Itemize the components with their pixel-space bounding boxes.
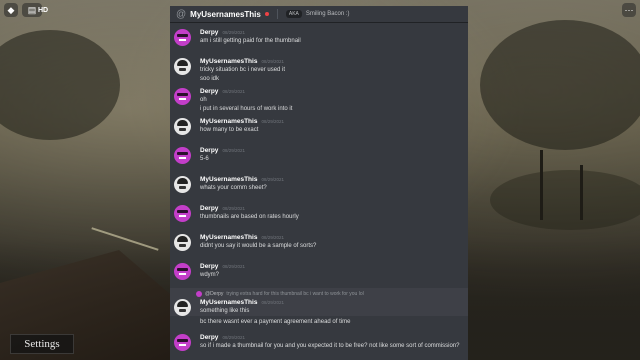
message-text: how many to be exact: [200, 127, 259, 133]
roblox-menu-button[interactable]: ◆: [4, 3, 18, 17]
message-text: bc there wasnt ever a payment agreement …: [200, 319, 351, 325]
header-divider: [276, 9, 278, 19]
message: MyUsernamesThis 08/29/2021 whats your com…: [170, 172, 468, 201]
avatar[interactable]: [174, 299, 191, 316]
message-text: didnt you say it would be a sample of so…: [200, 243, 317, 249]
settings-label: Settings: [24, 338, 60, 350]
aka-badge: AKA: [285, 10, 302, 18]
chat-badge: HD: [37, 6, 49, 14]
reply-reference[interactable]: @Derpy trying extra hard for this thumbn…: [174, 290, 464, 298]
avatar[interactable]: [174, 334, 191, 351]
scene-tree: [480, 20, 640, 150]
message-timestamp: 08/29/2021: [261, 59, 284, 64]
message-text: tricky situation bc i never used it: [200, 67, 286, 73]
reply-target: @Derpy: [205, 291, 224, 297]
reply-snippet: trying extra hard for this thumbnail bc …: [226, 291, 364, 297]
message-timestamp: 08/29/2021: [261, 235, 284, 240]
avatar[interactable]: [174, 58, 191, 75]
message-author[interactable]: MyUsernamesThis: [200, 57, 257, 66]
message-text: oh: [200, 97, 207, 103]
message: Derpy 08/29/2021 oh i put in several hour…: [170, 84, 468, 114]
status-indicator: [264, 12, 269, 16]
message-author[interactable]: Derpy: [200, 87, 218, 96]
message-text: i put in several hours of work into it: [200, 106, 293, 112]
message: Derpy 08/29/2021 5-6: [170, 143, 468, 172]
avatar[interactable]: [174, 234, 191, 251]
message-author[interactable]: MyUsernamesThis: [200, 117, 257, 126]
chat-icon: ▤: [27, 4, 37, 15]
message-author[interactable]: MyUsernamesThis: [200, 298, 257, 307]
dm-header: @ MyUsernamesThis AKA Smiling Bacon :): [170, 6, 468, 23]
message-timestamp: 08/29/2021: [261, 177, 284, 182]
at-icon: @: [176, 8, 187, 20]
message-timestamp: 08/29/2021: [261, 119, 284, 124]
avatar[interactable]: [174, 263, 191, 280]
message: Derpy 08/29/2021 am i still getting paid …: [170, 25, 468, 54]
message-timestamp: 08/29/2021: [222, 335, 245, 340]
message-list[interactable]: Derpy 08/29/2021 am i still getting paid …: [170, 23, 468, 359]
message-timestamp: 08/29/2021: [222, 89, 245, 94]
message-text: soo idk: [200, 76, 220, 82]
message-author[interactable]: Derpy: [200, 333, 218, 342]
message-text: wdym?: [200, 272, 220, 278]
message: MyUsernamesThis 08/29/2021 how many to be…: [170, 114, 468, 143]
message-text: thumbnails are based on rates hourly: [200, 214, 299, 220]
message-author[interactable]: Derpy: [200, 28, 218, 37]
reply-message: @Derpy trying extra hard for this thumbn…: [170, 288, 468, 316]
ellipsis-icon: ⋯: [624, 4, 634, 15]
message-continuation: bc there wasnt ever a payment agreement …: [170, 316, 468, 330]
scene-tree: [490, 170, 640, 230]
roblox-logo-icon: ◆: [7, 4, 15, 15]
message-author[interactable]: MyUsernamesThis: [200, 233, 257, 242]
message: Derpy 08/29/2021 so if i made a thumbnail…: [170, 330, 468, 359]
avatar[interactable]: [174, 205, 191, 222]
message: Derpy 08/29/2021 wdym?: [170, 259, 468, 288]
message-timestamp: 08/29/2021: [222, 30, 245, 35]
lamp-post: [540, 150, 543, 220]
message-text: am i still getting paid for the thumbnai…: [200, 38, 301, 44]
avatar[interactable]: [174, 147, 191, 164]
lamp-post: [580, 165, 583, 220]
discord-dm-panel: @ MyUsernamesThis AKA Smiling Bacon :) D…: [170, 6, 468, 360]
message-author[interactable]: MyUsernamesThis: [200, 175, 257, 184]
dm-username[interactable]: MyUsernamesThis: [190, 10, 261, 19]
message-text: something like this: [200, 308, 250, 314]
scene-tree: [0, 30, 120, 140]
settings-button[interactable]: Settings: [10, 334, 74, 354]
message-text: so if i made a thumbnail for you and you…: [200, 343, 460, 349]
avatar[interactable]: [174, 29, 191, 46]
message-timestamp: 08/29/2021: [222, 264, 245, 269]
message: Derpy 08/29/2021 thumbnails are based on …: [170, 201, 468, 230]
message-author[interactable]: Derpy: [200, 146, 218, 155]
dm-alias: Smiling Bacon :): [305, 11, 350, 17]
avatar[interactable]: [174, 176, 191, 193]
message-timestamp: 08/29/2021: [222, 206, 245, 211]
avatar[interactable]: [174, 118, 191, 135]
more-options-button[interactable]: ⋯: [622, 3, 636, 17]
message-text: whats your comm sheet?: [200, 185, 267, 191]
message-author[interactable]: Derpy: [200, 262, 218, 271]
message: MyUsernamesThis 08/29/2021 tricky situati…: [170, 54, 468, 84]
message-author[interactable]: Derpy: [200, 204, 218, 213]
avatar[interactable]: [174, 88, 191, 105]
message-text: 5-6: [200, 156, 209, 162]
message: MyUsernamesThis 08/29/2021 didnt you say …: [170, 230, 468, 259]
reply-avatar: [196, 291, 202, 297]
message-timestamp: 08/29/2021: [222, 148, 245, 153]
message-timestamp: 08/29/2021: [261, 300, 284, 305]
